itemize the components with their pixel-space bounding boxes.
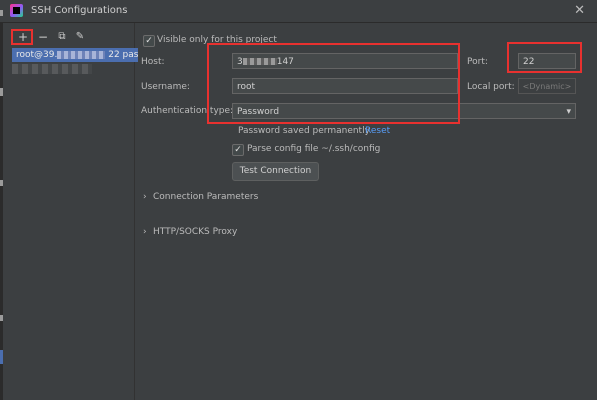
local-port-field[interactable]: <Dynamic>: [518, 78, 576, 94]
host-field[interactable]: 3 147: [232, 53, 458, 69]
connection-params-section[interactable]: › Connection Parameters: [143, 192, 258, 202]
edit-icon[interactable]: ✎: [73, 30, 87, 44]
host-suffix: 147: [276, 57, 294, 67]
parse-config-checkbox[interactable]: ✓: [232, 144, 244, 156]
username-field[interactable]: root: [232, 78, 458, 94]
copy-icon[interactable]: ⧉: [55, 30, 69, 44]
auth-type-select[interactable]: Password ▾: [232, 103, 576, 119]
list-item-suffix: 22 pass: [108, 50, 138, 60]
configurations-list-panel: [0, 23, 135, 400]
redacted-host: [57, 50, 106, 59]
username-label: Username:: [141, 82, 190, 92]
parse-config-label: Parse config file ~/.ssh/config: [247, 144, 381, 154]
edge-mark: [0, 180, 3, 186]
connection-params-label: Connection Parameters: [153, 192, 259, 202]
edge-mark: [0, 315, 3, 321]
test-connection-button[interactable]: Test Connection: [232, 162, 319, 181]
visible-only-label: Visible only for this project: [157, 35, 277, 45]
window-title: SSH Configurations: [31, 5, 128, 16]
list-item-prefix: root@39.: [16, 50, 58, 60]
redacted-host: [242, 58, 277, 65]
chevron-right-icon: ›: [143, 192, 147, 202]
host-label: Host:: [141, 57, 165, 67]
edge-mark: [0, 10, 3, 16]
password-saved-text: Password saved permanently: [238, 126, 370, 136]
auth-type-value: Password: [237, 107, 280, 117]
visible-only-checkbox[interactable]: ✓: [143, 35, 155, 47]
left-edge-strip: [0, 23, 3, 400]
add-icon[interactable]: +: [16, 30, 30, 44]
http-proxy-label: HTTP/SOCKS Proxy: [153, 227, 238, 237]
close-icon[interactable]: ✕: [574, 3, 585, 18]
auth-type-label: Authentication type:: [141, 106, 234, 116]
title-bar: SSH Configurations ✕: [0, 0, 597, 23]
chevron-down-icon: ▾: [566, 107, 571, 117]
list-item-selected[interactable]: root@39. 22 pass: [12, 48, 138, 62]
list-item-redacted[interactable]: [12, 64, 92, 74]
reset-link[interactable]: Reset: [365, 126, 390, 136]
edge-mark: [0, 88, 3, 96]
local-port-label: Local port:: [467, 82, 515, 92]
http-proxy-section[interactable]: › HTTP/SOCKS Proxy: [143, 227, 237, 237]
port-label: Port:: [467, 57, 488, 67]
edge-mark: [0, 350, 3, 364]
remove-icon[interactable]: −: [36, 30, 50, 44]
app-logo-icon: [10, 4, 23, 17]
port-field[interactable]: 22: [518, 53, 576, 69]
chevron-right-icon: ›: [143, 227, 147, 237]
